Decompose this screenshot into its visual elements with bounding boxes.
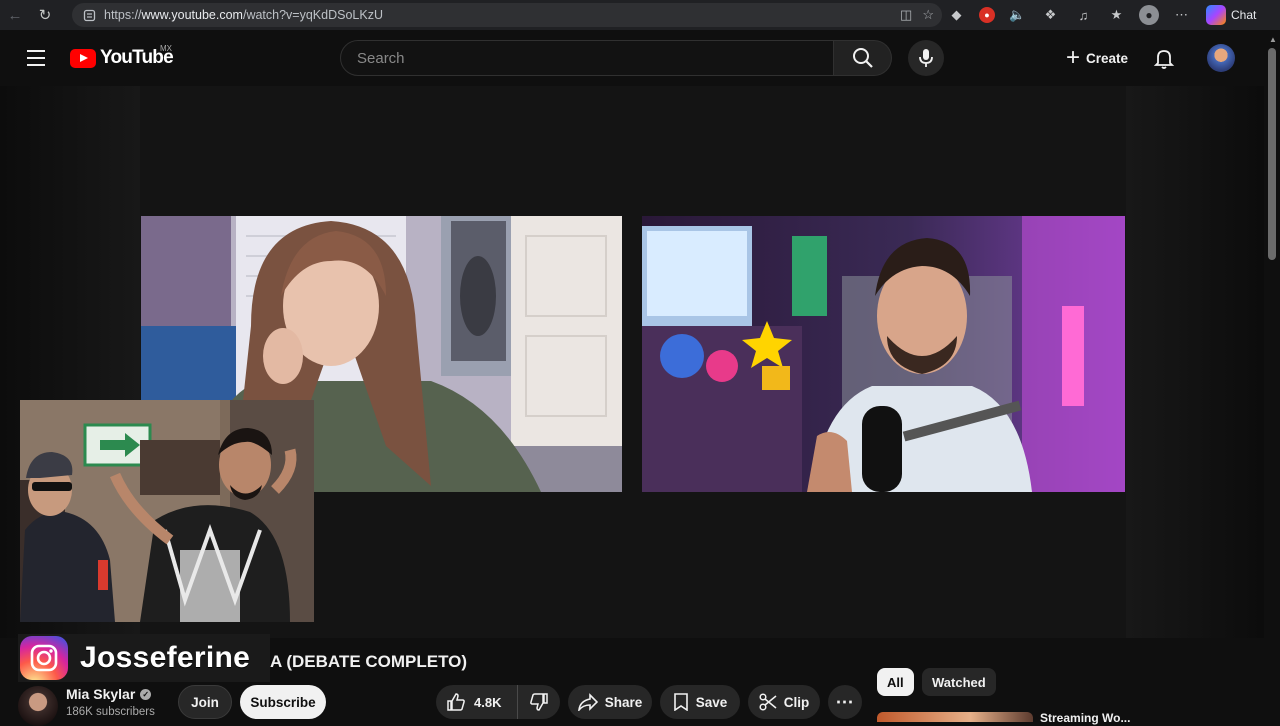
site-info-icon[interactable] [82,8,96,22]
chat-label: Chat [1231,8,1257,22]
video-title: A (DEBATE COMPLETO) [270,652,468,671]
search-button[interactable] [834,40,892,76]
like-button[interactable]: 4.8K [436,685,518,719]
bookmark-icon [673,693,688,711]
share-icon [577,693,598,711]
microphone-icon [919,49,933,67]
share-label: Share [604,694,643,710]
dislike-button[interactable] [518,685,560,719]
account-avatar[interactable] [1207,44,1235,72]
extensions-puzzle-icon[interactable]: ❖ [1040,5,1061,26]
more-menu-icon[interactable]: ⋯ [1171,5,1192,26]
media-control-icon[interactable]: ♫ [1073,5,1094,26]
scissors-icon [759,693,777,711]
search-icon [852,48,873,68]
plus-icon: + [1066,44,1081,71]
chip-all[interactable]: All [877,668,914,696]
reload-icon[interactable]: ↻ [30,0,60,30]
webcam-right [642,216,1125,492]
search-input[interactable] [357,49,833,67]
like-dislike-group: 4.8K [436,685,560,719]
thumbs-up-icon [447,693,465,711]
instagram-icon [20,636,68,680]
youtube-logo[interactable]: YouTube [70,47,174,69]
verified-icon: ✓ [140,688,152,700]
more-actions-button[interactable]: ⋯ [828,685,862,719]
copilot-icon [1206,5,1226,25]
subscriber-count: 186K subscribers [66,706,155,718]
page-scrollbar[interactable]: ▲ [1264,30,1280,720]
voice-search-button[interactable] [908,40,944,76]
profile-icon[interactable]: ● [1139,5,1159,25]
channel-avatar[interactable] [18,686,58,726]
save-button[interactable]: Save [660,685,740,719]
favorites-icon[interactable]: ★ [1106,5,1127,26]
join-button[interactable]: Join [178,685,232,719]
youtube-play-icon [70,48,96,68]
browser-toolbar: ← ↻ https://www.youtube.com/watch?v=yqKd… [0,0,1280,30]
channel-name-link[interactable]: Mia Skylar ✓ [66,686,152,702]
notifications-bell-icon[interactable] [1152,46,1176,70]
share-button[interactable]: Share [568,685,652,719]
clip-button[interactable]: Clip [748,685,820,719]
instagram-handle-overlay: Josseferine [18,634,270,682]
like-count: 4.8K [474,694,502,710]
volume-icon[interactable]: 🔈 [1007,5,1028,26]
create-button[interactable]: + Create [1056,42,1138,74]
up-next-thumbnail[interactable] [877,712,1033,722]
clip-label: Clip [783,694,810,710]
thumbs-down-icon [530,693,548,711]
address-bar[interactable]: https://www.youtube.com/watch?v=yqKdDSoL… [72,3,942,27]
up-next-title[interactable]: Streaming Wo... [1040,711,1130,725]
save-label: Save [695,694,728,710]
scroll-up-icon[interactable]: ▲ [1269,35,1277,44]
player-ambient-right [1126,86,1264,638]
app-available-icon[interactable]: ◫ [900,7,912,23]
region-code: MX [160,44,172,53]
back-icon[interactable]: ← [0,0,30,30]
create-label: Create [1086,50,1129,66]
extension-red-icon[interactable]: ● [979,7,995,23]
url-text: https://www.youtube.com/watch?v=yqKdDSoL… [104,8,383,22]
video-player[interactable] [0,86,1264,638]
favorite-star-icon[interactable]: ☆ [922,7,934,23]
chip-watched[interactable]: Watched [922,668,996,696]
copilot-chat-button[interactable]: Chat [1206,5,1256,25]
menu-icon[interactable] [24,46,48,70]
search-container [340,40,834,76]
youtube-header: YouTube MX + Create [0,30,1264,86]
channel-name: Mia Skylar [66,686,136,702]
subscribe-button[interactable]: Subscribe [240,685,326,719]
webcam-overlay [20,400,314,622]
extension-diamond-icon[interactable]: ◆ [946,5,967,26]
instagram-handle: Josseferine [80,641,251,674]
scroll-thumb[interactable] [1268,48,1276,260]
